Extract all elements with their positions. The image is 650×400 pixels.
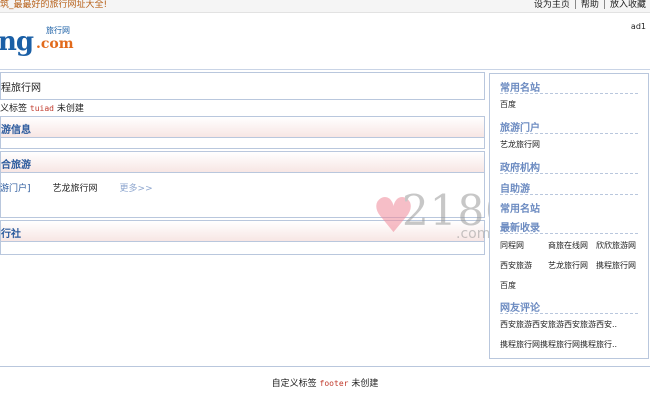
footer: 自定义标签 footer 未创建 (0, 376, 650, 389)
section-travel-agency: 行社 (0, 220, 485, 242)
site-link[interactable]: 艺龙旅行网 (53, 184, 98, 194)
section-title: 行社 (1, 229, 21, 240)
footer-label: 自定义标签 (271, 379, 317, 389)
link-row: 游门户] 艺龙旅行网 更多>> (0, 181, 153, 194)
sidebar-heading: 政府机构 (500, 163, 540, 174)
set-homepage-link[interactable]: 设为主页 (534, 0, 570, 10)
logo-domain: .com (36, 36, 74, 52)
site-title-box: 程旅行网 (0, 72, 485, 100)
help-link[interactable]: 帮助 (581, 0, 599, 10)
ad-slot[interactable]: ad1 (631, 22, 646, 31)
sidebar-link[interactable]: 同程网 (500, 240, 524, 251)
section-travel-info: 游信息 (0, 116, 485, 138)
section-title: 合旅游 (1, 160, 31, 171)
footer-status: 未创建 (351, 379, 379, 389)
top-links: 设为主页 | 帮助 | 放入收藏 (534, 0, 646, 11)
tag-code: tuiad (29, 104, 54, 113)
tag-label: 义标签 (0, 104, 28, 114)
tag-status: 未创建 (56, 104, 84, 114)
section-body (0, 138, 485, 149)
section-body (0, 242, 485, 255)
sidebar-heading: 网友评论 (500, 303, 540, 314)
sidebar-heading: 常用名站 (500, 204, 540, 215)
sidebar-heading: 最新收录 (500, 223, 540, 234)
site-slogan: 筑_最最好的旅行网址大全! (0, 0, 108, 10)
sidebar-link[interactable]: 西安旅游 (500, 260, 532, 271)
logo-text: ng (0, 27, 34, 57)
divider (500, 173, 638, 174)
separator: | (602, 0, 606, 10)
divider (500, 93, 638, 94)
more-link[interactable]: 更多>> (120, 184, 153, 194)
logo-subtitle: 旅行网 (46, 26, 70, 35)
sidebar-link[interactable]: 百度 (500, 280, 516, 291)
footer-divider (0, 366, 650, 367)
divider (500, 233, 638, 234)
sidebar-link[interactable]: 艺龙旅行网 (548, 260, 588, 271)
add-favorite-link[interactable]: 放入收藏 (610, 0, 646, 10)
footer-code: footer (319, 379, 349, 388)
link-category[interactable]: 游门户] (0, 184, 31, 194)
divider (500, 313, 638, 314)
sidebar: 常用名站 百度 旅游门户 艺龙旅行网 政府机构 自助游 常用名站 最新收录 同程… (489, 73, 649, 359)
sidebar-link[interactable]: 携程旅行网 (596, 260, 636, 271)
site-logo[interactable]: ng 旅行网 .com (0, 22, 90, 58)
separator: | (573, 0, 577, 10)
comment-link[interactable]: 西安旅游西安旅游西安旅游西安.. (500, 319, 617, 330)
sidebar-heading: 自助游 (500, 184, 530, 195)
sidebar-heading: 旅游门户 (500, 123, 540, 134)
site-title: 程旅行网 (1, 83, 41, 94)
divider (500, 133, 638, 134)
sidebar-link[interactable]: 艺龙旅行网 (500, 139, 540, 150)
sidebar-link[interactable]: 欣欣旅游网 (596, 240, 636, 251)
divider (500, 194, 638, 195)
sidebar-link[interactable]: 商旅在线网 (548, 240, 588, 251)
sidebar-link[interactable]: 百度 (500, 99, 516, 110)
section-comprehensive-travel: 合旅游 (0, 151, 485, 173)
sidebar-heading: 常用名站 (500, 83, 540, 94)
section-title: 游信息 (1, 125, 31, 136)
section-body (0, 173, 485, 218)
comment-link[interactable]: 携程旅行网携程旅行网携程旅行.. (500, 339, 617, 350)
custom-tag-notice: 义标签 tuiad 未创建 (0, 101, 84, 114)
header-divider (0, 69, 650, 70)
